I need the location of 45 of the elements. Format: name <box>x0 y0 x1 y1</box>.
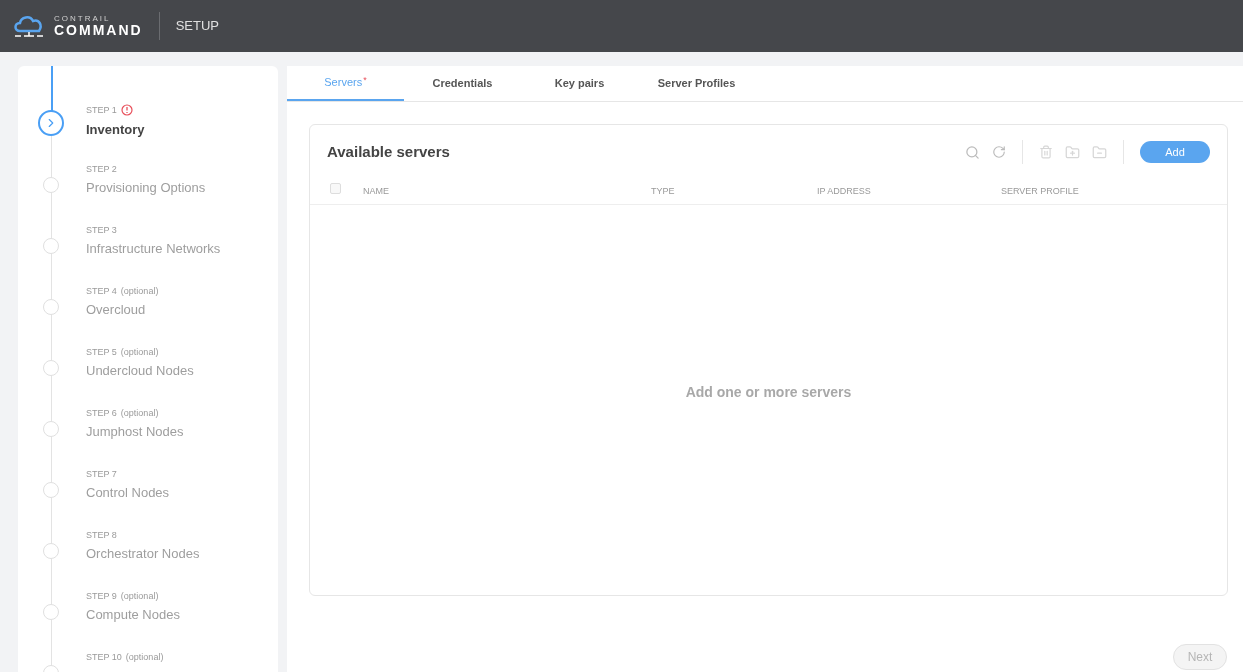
add-button[interactable]: Add <box>1140 141 1210 163</box>
optional-note: (optional) <box>120 592 159 601</box>
step-link[interactable]: Infrastructure Networks <box>86 239 221 259</box>
optional-note: (optional) <box>120 409 159 418</box>
step-label: STEP 4 <box>86 287 117 296</box>
column-header: SERVER PROFILE <box>1001 185 1079 196</box>
search-icon[interactable] <box>965 144 980 160</box>
folder-minus-icon[interactable] <box>1092 144 1107 160</box>
card-title: Available servers <box>327 141 451 162</box>
optional-note: (optional) <box>120 287 159 296</box>
empty-message: Add one or more servers <box>685 382 852 402</box>
section-title: SETUP <box>175 17 219 36</box>
step-label: STEP 7 <box>86 470 117 479</box>
tab[interactable]: Key pairs <box>521 66 638 101</box>
step-link[interactable]: Jumphost Nodes <box>86 422 184 442</box>
tab[interactable]: Servers* <box>287 66 404 101</box>
optional-note: (optional) <box>125 653 164 662</box>
column-header: TYPE <box>651 185 675 196</box>
step-link[interactable]: Orchestrator Nodes <box>86 544 200 564</box>
logo-title: COMMAND <box>54 23 143 37</box>
trash-icon[interactable] <box>1039 145 1053 159</box>
step-label: STEP 8 <box>86 531 117 540</box>
column-header: NAME <box>363 185 389 196</box>
select-all-checkbox[interactable] <box>330 183 341 194</box>
step-link[interactable]: Inventory <box>86 120 145 140</box>
step-link[interactable]: Compute Nodes <box>86 605 180 625</box>
logo-subtitle: CONTRAIL <box>54 15 112 23</box>
step-label: STEP 10 <box>86 653 122 662</box>
refresh-icon[interactable] <box>992 145 1006 159</box>
folder-plus-icon[interactable] <box>1065 144 1080 160</box>
step-label: STEP 9 <box>86 592 117 601</box>
step-label: STEP 2 <box>86 165 117 174</box>
step-label: STEP 3 <box>86 226 117 235</box>
tab[interactable]: Credentials <box>404 66 521 101</box>
step-label: STEP 5 <box>86 348 117 357</box>
optional-note: (optional) <box>120 348 159 357</box>
step-link[interactable]: Control Nodes <box>86 483 170 503</box>
step-link[interactable]: Provisioning Options <box>86 178 206 198</box>
step-link[interactable]: Undercloud Nodes <box>86 361 194 381</box>
column-header: IP ADDRESS <box>817 185 871 196</box>
cloud-logo-icon <box>12 13 46 39</box>
tab[interactable]: Server Profiles <box>638 66 755 101</box>
step-label: STEP 6 <box>86 409 117 418</box>
step-label: STEP 1 <box>86 105 117 115</box>
step-link[interactable]: Overcloud <box>86 300 159 320</box>
